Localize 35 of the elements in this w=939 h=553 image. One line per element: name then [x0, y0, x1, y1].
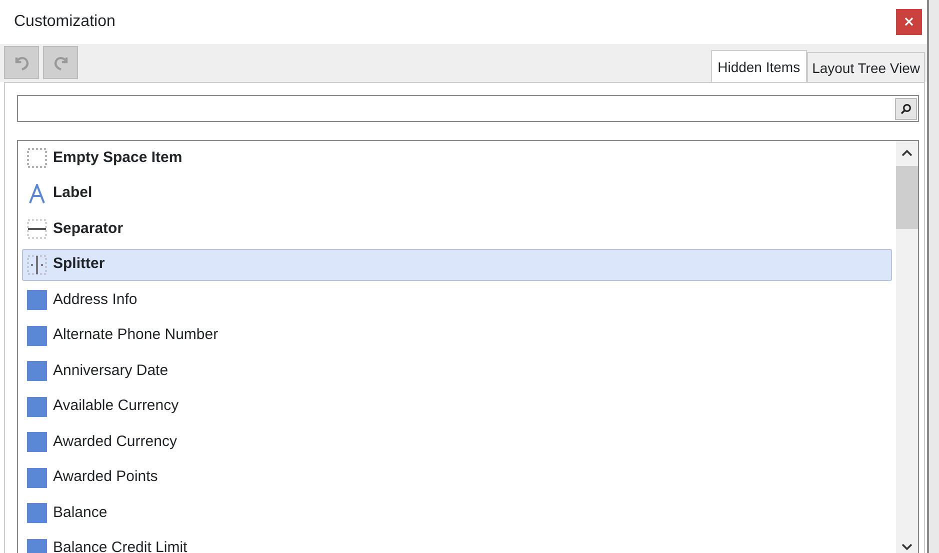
list-item[interactable]: Balance — [22, 497, 892, 529]
field-icon — [27, 538, 47, 553]
list-item[interactable]: Empty Space Item — [22, 142, 892, 174]
search-field[interactable] — [17, 95, 919, 122]
tab[interactable]: Hidden Items — [710, 50, 808, 82]
search-icon — [900, 102, 912, 114]
list-item[interactable]: Available Currency — [22, 390, 892, 422]
list-item[interactable]: Separator — [22, 213, 892, 245]
field-icon — [27, 468, 47, 488]
field-icon — [27, 432, 47, 452]
field-icon — [27, 361, 47, 381]
list-item[interactable]: Address Info — [22, 284, 892, 316]
list-item[interactable]: Awarded Points — [22, 462, 892, 494]
empty-space-icon — [27, 148, 47, 168]
splitter-icon — [27, 254, 47, 274]
search-button[interactable] — [895, 98, 917, 120]
list-item[interactable]: Awarded Currency — [22, 426, 892, 458]
window-title: Customization — [14, 12, 116, 32]
separator-icon — [27, 219, 47, 239]
field-icon — [27, 290, 47, 310]
field-icon — [27, 396, 47, 416]
list-item[interactable]: Anniversary Date — [22, 355, 892, 387]
field-icon — [27, 326, 47, 346]
list-item[interactable]: Label — [22, 178, 892, 210]
letter-a-icon — [27, 184, 47, 204]
scroll-up-icon[interactable] — [901, 149, 913, 157]
tab[interactable]: Layout Tree View — [807, 52, 925, 82]
close-button[interactable]: × — [896, 9, 922, 35]
list-item[interactable]: Balance Credit Limit — [22, 532, 892, 553]
list-item[interactable]: Alternate Phone Number — [22, 320, 892, 352]
scrollbar[interactable] — [896, 141, 918, 553]
list-item[interactable]: Splitter — [22, 248, 892, 280]
field-icon — [27, 503, 47, 523]
scroll-thumb[interactable] — [896, 166, 918, 229]
scroll-down-icon[interactable] — [901, 543, 913, 551]
